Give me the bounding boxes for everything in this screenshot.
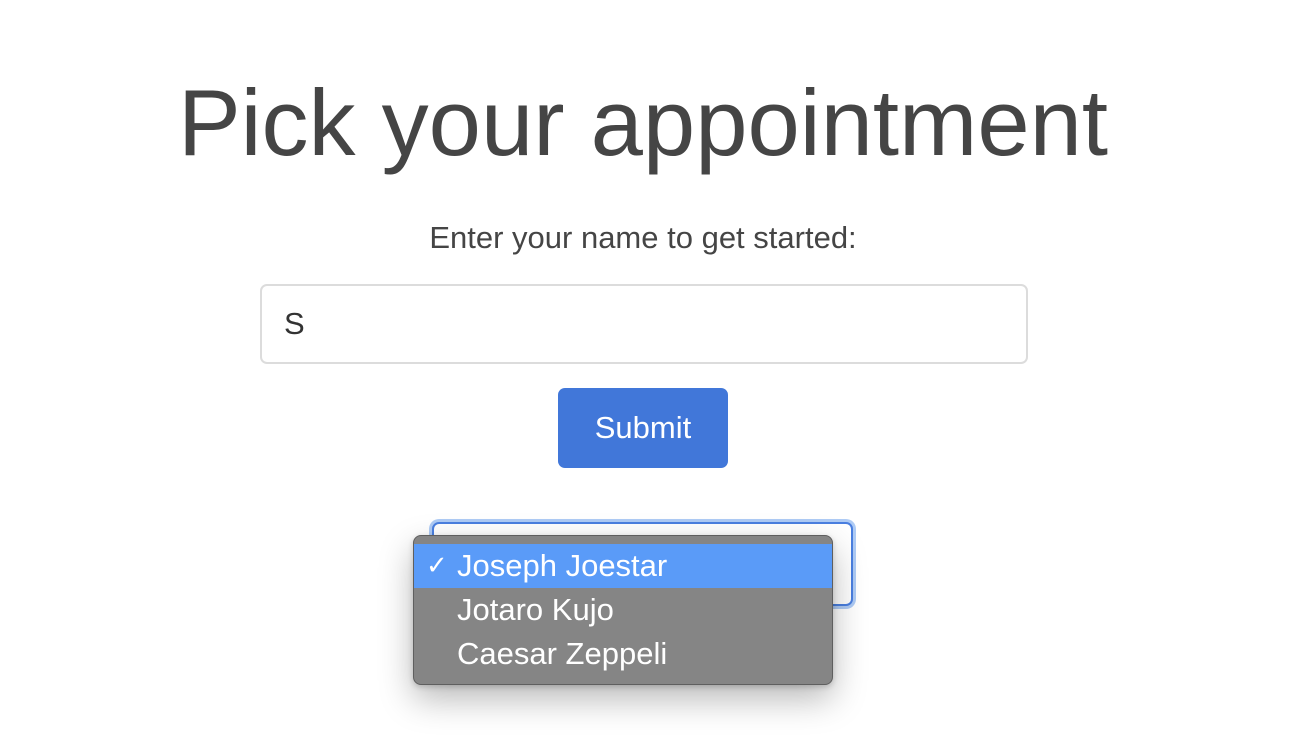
appointment-page: Pick your appointment Enter your name to… bbox=[0, 0, 1316, 740]
option-label: Caesar Zeppeli bbox=[457, 636, 668, 671]
name-input[interactable] bbox=[260, 284, 1028, 364]
option-label: Joseph Joestar bbox=[457, 548, 668, 583]
option-joseph-joestar[interactable]: ✓ Joseph Joestar bbox=[414, 544, 832, 588]
submit-button[interactable]: Submit bbox=[558, 388, 728, 468]
option-label: Jotaro Kujo bbox=[457, 592, 614, 627]
option-caesar-zeppeli[interactable]: Caesar Zeppeli bbox=[414, 632, 832, 676]
name-prompt-label: Enter your name to get started: bbox=[429, 220, 857, 255]
option-jotaro-kujo[interactable]: Jotaro Kujo bbox=[414, 588, 832, 632]
select-dropdown-menu: ✓ Joseph Joestar Jotaro Kujo Caesar Zepp… bbox=[413, 535, 833, 685]
checkmark-icon: ✓ bbox=[426, 551, 448, 581]
page-title: Pick your appointment bbox=[177, 70, 1109, 175]
